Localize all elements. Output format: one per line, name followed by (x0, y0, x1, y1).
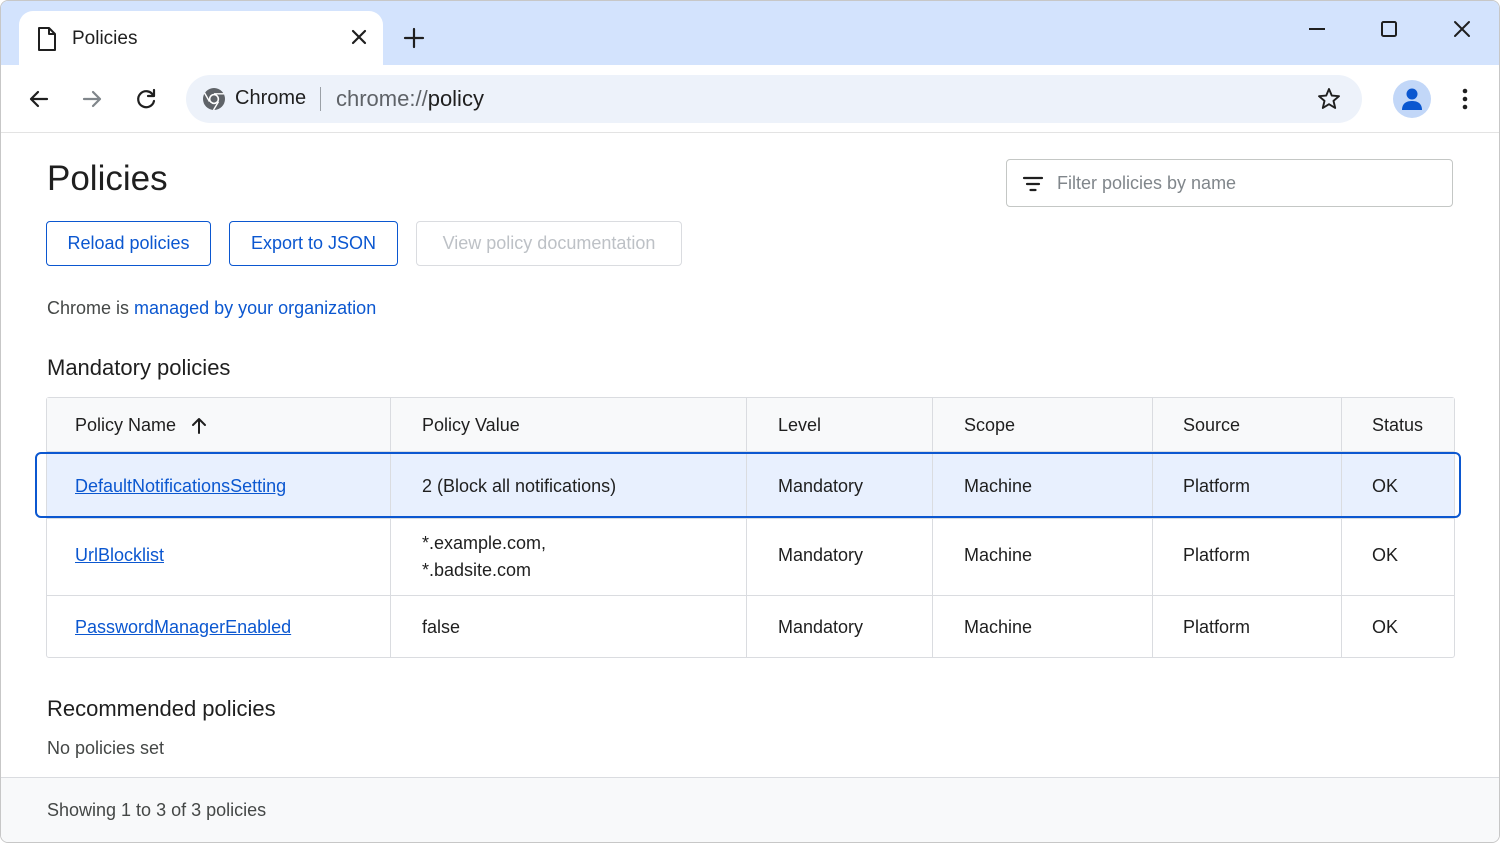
policy-scope: Machine (964, 476, 1033, 496)
arrow-back-icon[interactable] (25, 85, 53, 113)
export-json-button[interactable]: Export to JSON (229, 221, 398, 266)
column-divider (746, 398, 747, 657)
url-host: policy (427, 86, 484, 111)
policy-table: Policy Name Policy Value Level Scope Sou… (46, 397, 1455, 658)
tab-policies[interactable]: Policies (19, 11, 383, 67)
maximize-icon[interactable] (1375, 15, 1403, 43)
column-header-level: Level (778, 415, 822, 435)
profile-icon (1402, 88, 1422, 110)
policy-value: false (422, 617, 461, 637)
managed-notice: Chrome is managed by your organization (47, 298, 376, 319)
minimize-icon[interactable] (1303, 15, 1331, 43)
policy-status: OK (1372, 617, 1399, 637)
document-icon (38, 27, 56, 51)
managed-link[interactable]: managed by your organization (134, 298, 376, 318)
column-divider (1152, 398, 1153, 657)
filter-icon (1022, 176, 1044, 192)
toolbar: Chrome chrome://policy (1, 65, 1499, 133)
chrome-logo-icon (203, 88, 225, 111)
policy-name-link[interactable]: PasswordManagerEnabled (75, 617, 291, 638)
column-divider (1341, 398, 1342, 657)
omnibox-divider (320, 87, 321, 111)
mandatory-section-title: Mandatory policies (47, 355, 231, 380)
policy-source: Platform (1183, 476, 1251, 496)
column-header-status: Status (1372, 415, 1424, 435)
url-scheme: chrome:// (336, 86, 428, 111)
column-header-policy-value: Policy Value (422, 415, 520, 435)
url-text[interactable]: chrome://policy (336, 86, 484, 112)
policy-level: Mandatory (778, 476, 864, 496)
arrow-forward-icon[interactable] (78, 85, 106, 113)
table-header: Policy Name Policy Value Level Scope Sou… (47, 398, 1454, 452)
page-title: Policies (47, 159, 168, 198)
column-header-scope: Scope (964, 415, 1016, 435)
reload-icon[interactable] (132, 85, 160, 113)
policy-source: Platform (1183, 545, 1251, 565)
tab-strip: Policies (1, 1, 1499, 67)
column-header-policy-name[interactable]: Policy Name (75, 398, 206, 452)
site-chip-label[interactable]: Chrome (235, 87, 306, 110)
filter-field[interactable] (1006, 159, 1453, 207)
star-icon[interactable] (1316, 86, 1342, 112)
policy-name-link[interactable]: UrlBlocklist (75, 545, 164, 566)
window-close-icon[interactable] (1448, 15, 1476, 43)
policy-value-line: *.example.com, (422, 533, 547, 553)
table-row[interactable]: DefaultNotificationsSetting 2 (Block all… (47, 453, 1454, 519)
reload-policies-button[interactable]: Reload policies (46, 221, 211, 266)
browser-window: Policies Chrome chrome://policy Policies… (0, 0, 1500, 843)
policy-status: OK (1372, 476, 1399, 496)
managed-prefix: Chrome is (47, 298, 130, 318)
recommended-section-title: Recommended policies (47, 696, 276, 721)
tab-title: Policies (72, 28, 138, 49)
more-vert-icon[interactable] (1451, 85, 1479, 113)
policy-status: OK (1372, 545, 1399, 565)
policy-value-line: *.badsite.com (422, 560, 532, 580)
view-documentation-button: View policy documentation (416, 221, 682, 266)
avatar[interactable] (1393, 80, 1431, 118)
filter-input[interactable] (1057, 168, 1437, 198)
policy-level: Mandatory (778, 545, 864, 565)
omnibox[interactable]: Chrome chrome://policy (186, 75, 1362, 123)
table-row[interactable]: UrlBlocklist *.example.com, *.badsite.co… (47, 519, 1454, 596)
column-header-source: Source (1183, 415, 1241, 435)
policy-source: Platform (1183, 617, 1251, 637)
table-row[interactable]: PasswordManagerEnabled false Mandatory M… (47, 596, 1454, 657)
close-icon[interactable] (347, 25, 371, 49)
arrow-upward-icon (192, 418, 206, 434)
policy-scope: Machine (964, 617, 1033, 637)
policy-name-link[interactable]: DefaultNotificationsSetting (75, 476, 286, 497)
plus-icon[interactable] (401, 25, 427, 51)
results-count: Showing 1 to 3 of 3 policies (47, 800, 267, 820)
policy-scope: Machine (964, 545, 1033, 565)
footer: Showing 1 to 3 of 3 policies (1, 777, 1499, 842)
policy-value: 2 (Block all notifications) (422, 476, 617, 496)
recommended-empty-text: No policies set (47, 738, 165, 758)
column-divider (932, 398, 933, 657)
column-divider (390, 398, 391, 657)
policy-level: Mandatory (778, 617, 864, 637)
